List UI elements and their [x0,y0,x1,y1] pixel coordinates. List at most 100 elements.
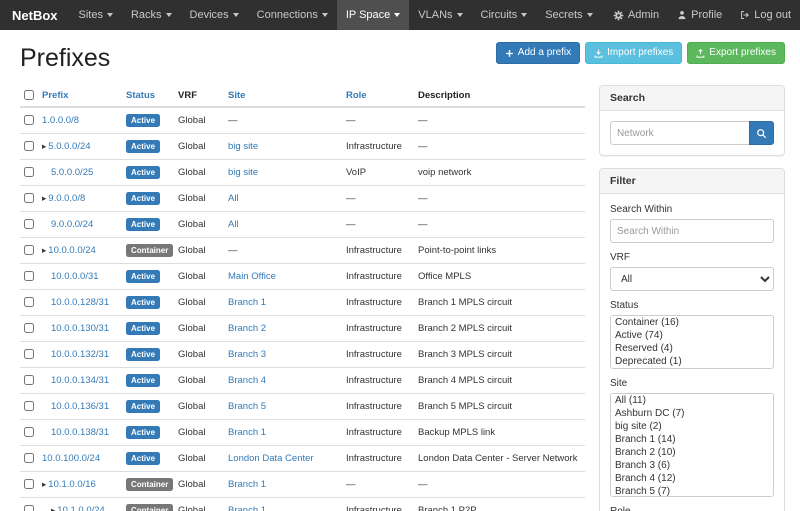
row-checkbox[interactable] [24,323,34,333]
list-option[interactable]: Branch 4 (12) [611,472,773,485]
nav-logout[interactable]: Log out [731,0,800,30]
row-checkbox[interactable] [24,271,34,281]
row-checkbox[interactable] [24,427,34,437]
row-checkbox[interactable] [24,401,34,411]
list-option[interactable]: Container (16) [611,316,773,329]
description-cell: Branch 3 MPLS circuit [414,342,585,368]
site-link[interactable]: All [228,193,239,204]
list-option[interactable]: Active (74) [611,329,773,342]
prefix-link[interactable]: 10.0.0.134/31 [51,375,109,386]
nav-item-secrets[interactable]: Secrets [536,0,601,30]
search-button[interactable] [749,121,774,145]
prefix-link[interactable]: 10.0.0.128/31 [51,297,109,308]
list-option[interactable]: Branch 3 (6) [611,459,773,472]
column-header-role[interactable]: Role [342,85,414,107]
prefix-link[interactable]: 10.0.0.136/31 [51,401,109,412]
prefix-link[interactable]: 10.1.0.0/16 [48,479,96,490]
list-option[interactable]: Reserved (4) [611,342,773,355]
vrf-filter-label: VRF [610,252,774,263]
table-row: 10.0.100.0/24ActiveGlobalLondon Data Cen… [20,446,585,472]
select-all-checkbox[interactable] [24,90,34,100]
list-option[interactable]: Branch 2 (10) [611,446,773,459]
description-cell: — [414,186,585,212]
prefix-link[interactable]: 10.0.100.0/24 [42,453,100,464]
row-checkbox[interactable] [24,505,34,511]
prefix-link[interactable]: 1.0.0.0/8 [42,115,79,126]
site-link[interactable]: Branch 3 [228,349,266,360]
list-option[interactable]: Branch 5 (7) [611,485,773,497]
select-all-cell [20,85,38,107]
vrf-cell: Global [174,472,224,498]
list-option[interactable]: big site (2) [611,420,773,433]
search-within-input[interactable] [610,219,774,243]
nav-item-ip-space[interactable]: IP Space [337,0,409,30]
nav-item-racks[interactable]: Racks [122,0,181,30]
site-link[interactable]: Main Office [228,271,276,282]
nav-admin[interactable]: Admin [604,0,668,30]
site-link[interactable]: Branch 2 [228,323,266,334]
row-checkbox[interactable] [24,479,34,489]
row-checkbox[interactable] [24,219,34,229]
prefix-link[interactable]: 10.0.0.0/31 [51,271,99,282]
row-checkbox[interactable] [24,141,34,151]
site-listbox[interactable]: All (11)Ashburn DC (7)big site (2)Branch… [610,393,774,497]
prefix-link[interactable]: 10.1.0.0/24 [57,505,105,511]
page-header: Prefixes Add a prefix Import prefixes Ex… [20,30,785,85]
site-link[interactable]: Branch 4 [228,375,266,386]
list-option[interactable]: Branch 1 (14) [611,433,773,446]
prefix-link[interactable]: 10.0.0.132/31 [51,349,109,360]
status-listbox[interactable]: Container (16)Active (74)Reserved (4)Dep… [610,315,774,369]
prefix-link[interactable]: 9.0.0.0/24 [51,219,93,230]
import-prefixes-button[interactable]: Import prefixes [585,42,682,64]
search-input[interactable] [610,121,750,145]
nav-profile[interactable]: Profile [668,0,731,30]
list-option[interactable]: Deprecated (1) [611,355,773,368]
column-header-status[interactable]: Status [122,85,174,107]
list-option[interactable]: Ashburn DC (7) [611,407,773,420]
expand-caret-icon: ▸ [42,141,46,151]
table-row: 10.0.0.138/31ActiveGlobalBranch 1Infrast… [20,420,585,446]
prefix-link[interactable]: 5.0.0.0/24 [48,141,90,152]
table-header-row: Prefix Status VRF Site Role Description [20,85,585,107]
row-checkbox[interactable] [24,193,34,203]
table-row: 10.0.0.132/31ActiveGlobalBranch 3Infrast… [20,342,585,368]
nav-item-connections[interactable]: Connections [248,0,337,30]
nav-item-label: Secrets [545,9,582,21]
prefix-link[interactable]: 10.0.0.130/31 [51,323,109,334]
prefix-link[interactable]: 9.0.0.0/8 [48,193,85,204]
expand-caret-icon: ▸ [42,479,46,489]
column-header-prefix[interactable]: Prefix [38,85,122,107]
brand-logo[interactable]: NetBox [0,0,70,30]
site-link[interactable]: big site [228,141,258,152]
row-checkbox[interactable] [24,349,34,359]
list-option[interactable]: All (11) [611,394,773,407]
nav-logout-label: Log out [754,9,791,21]
nav-item-vlans[interactable]: VLANs [409,0,471,30]
add-prefix-button[interactable]: Add a prefix [496,42,580,64]
row-checkbox[interactable] [24,375,34,385]
row-checkbox[interactable] [24,167,34,177]
site-link[interactable]: Branch 5 [228,401,266,412]
site-link[interactable]: London Data Center [228,453,314,464]
prefix-link[interactable]: 10.0.0.138/31 [51,427,109,438]
status-badge: Active [126,400,160,413]
site-link[interactable]: Branch 1 [228,479,266,490]
nav-item-devices[interactable]: Devices [181,0,248,30]
site-link[interactable]: Branch 1 [228,427,266,438]
nav-item-circuits[interactable]: Circuits [472,0,537,30]
vrf-cell: Global [174,264,224,290]
prefix-link[interactable]: 10.0.0.0/24 [48,245,96,256]
row-checkbox[interactable] [24,453,34,463]
site-link[interactable]: All [228,219,239,230]
column-header-site[interactable]: Site [224,85,342,107]
site-link[interactable]: Branch 1 [228,505,266,511]
vrf-select[interactable]: All [610,267,774,291]
site-link[interactable]: big site [228,167,258,178]
site-link[interactable]: Branch 1 [228,297,266,308]
export-prefixes-button[interactable]: Export prefixes [687,42,785,64]
row-checkbox[interactable] [24,297,34,307]
row-checkbox[interactable] [24,115,34,125]
row-checkbox[interactable] [24,245,34,255]
prefix-link[interactable]: 5.0.0.0/25 [51,167,93,178]
nav-item-sites[interactable]: Sites [70,0,122,30]
